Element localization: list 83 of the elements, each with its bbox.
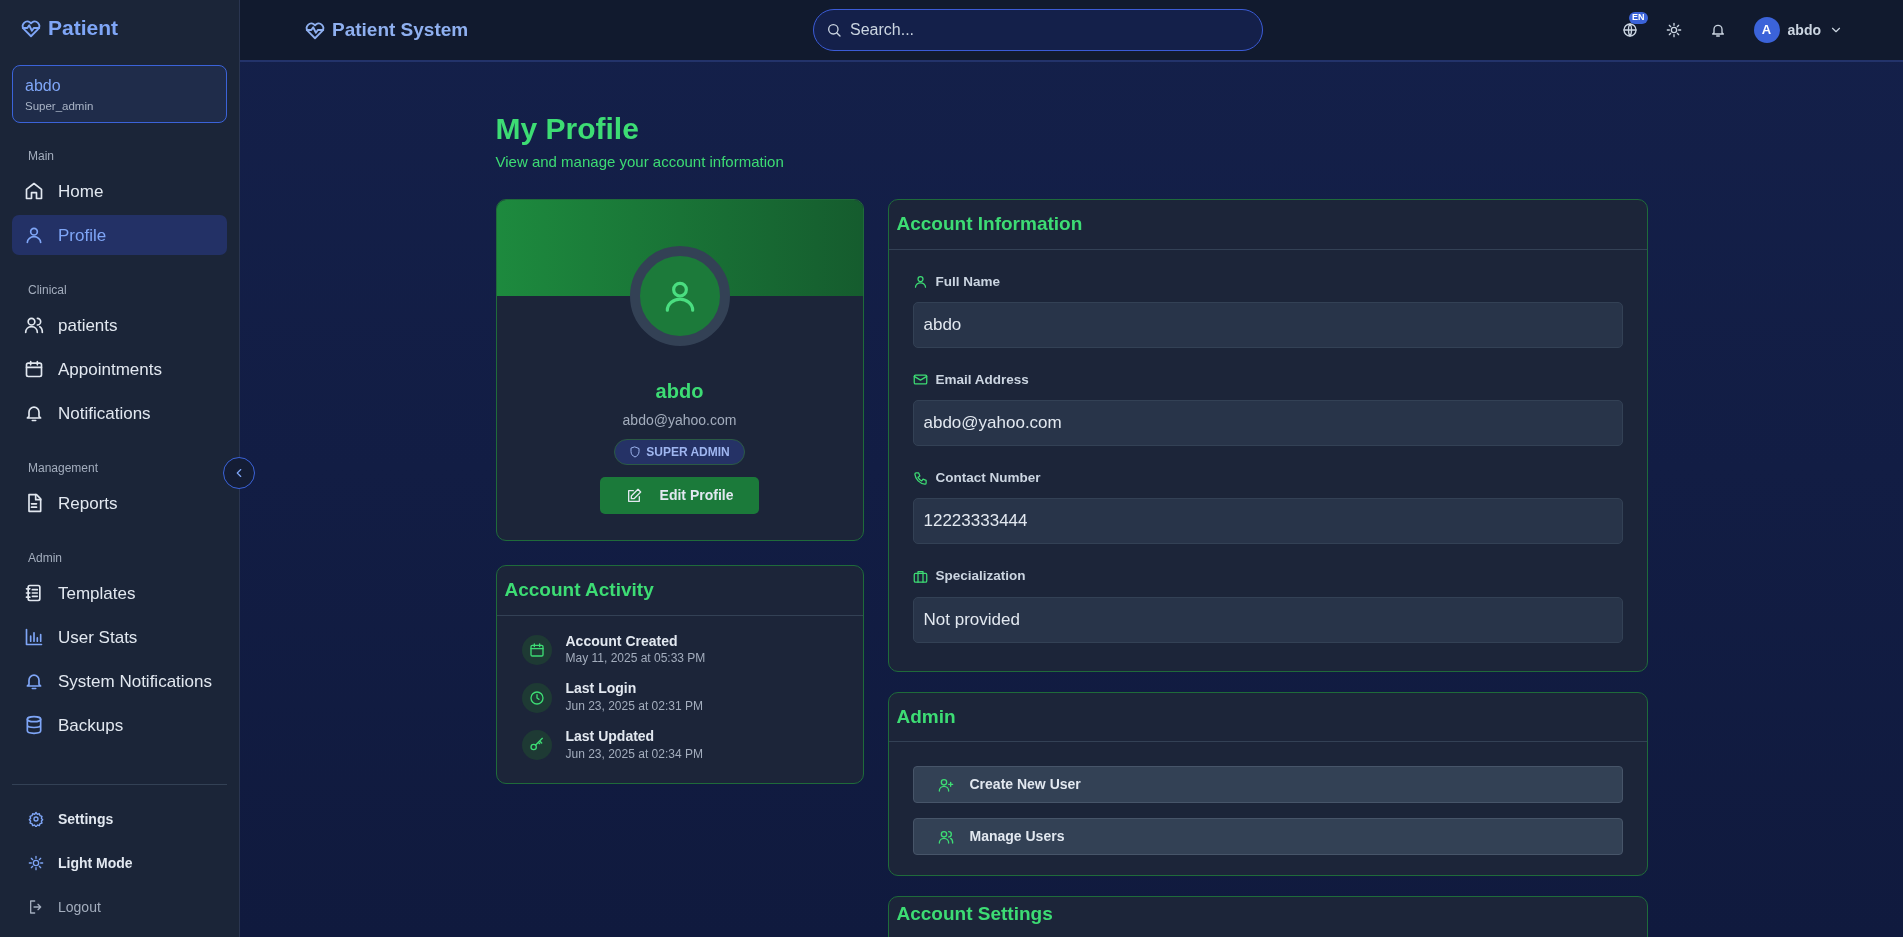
- field-label: Email Address: [935, 370, 1029, 389]
- heart-pulse-icon: [20, 17, 42, 39]
- language-button[interactable]: [1621, 22, 1638, 38]
- admin-action-button[interactable]: Manage Users: [912, 818, 1623, 855]
- globe-icon: [1621, 22, 1638, 38]
- edit-icon: [625, 487, 642, 504]
- user-name: abdo: [25, 76, 62, 96]
- nav-item[interactable]: patients: [12, 305, 227, 346]
- nav-item[interactable]: Backups: [12, 705, 227, 746]
- profile-name: abdo: [654, 379, 705, 404]
- search-icon: [826, 22, 842, 38]
- nav-item[interactable]: Reports: [12, 483, 227, 524]
- home-icon: [24, 181, 44, 202]
- text-field[interactable]: abdo@yahoo.com: [912, 400, 1623, 446]
- people-icon: [24, 315, 44, 336]
- search-field[interactable]: Search...: [813, 9, 1263, 51]
- admin-action-button[interactable]: Create New User: [912, 766, 1623, 803]
- calendar-icon: [528, 641, 545, 658]
- user-menu-button[interactable]: A abdo: [1753, 17, 1843, 43]
- logout-icon: [28, 899, 44, 915]
- field-label: Specialization: [935, 567, 1026, 586]
- notifications-button[interactable]: [1709, 22, 1726, 38]
- role-badge: SUPER ADMIN: [614, 439, 745, 465]
- briefcase-icon: [912, 568, 928, 584]
- activity-time: Jun 23, 2025 at 02:31 PM: [565, 698, 703, 716]
- text-field[interactable]: Not provided: [912, 596, 1623, 643]
- app-title: Patient System: [332, 17, 469, 42]
- sidebar-link[interactable]: Logout: [12, 885, 227, 929]
- clock-icon: [528, 689, 545, 706]
- page-subtitle: View and manage your account information: [495, 151, 785, 172]
- nav-item[interactable]: Home: [12, 171, 227, 212]
- nav-item[interactable]: System Notifications: [12, 661, 227, 702]
- settings-icon: [28, 811, 44, 827]
- envelope-icon: [912, 372, 928, 388]
- heart-pulse-icon: [304, 19, 326, 41]
- theme-button[interactable]: [1665, 22, 1682, 38]
- nav-item[interactable]: Appointments: [12, 349, 227, 390]
- database-icon: [24, 715, 44, 736]
- notebook-icon: [24, 583, 44, 604]
- collapse-button[interactable]: [223, 457, 255, 489]
- page-title: My Profile: [495, 112, 640, 147]
- brand-name: Patient: [48, 15, 118, 42]
- people-icon: [937, 828, 954, 845]
- person-icon: [24, 225, 44, 246]
- language-badge: EN: [1629, 12, 1648, 24]
- phone-icon: [912, 470, 928, 486]
- text-field[interactable]: 12223333444: [912, 498, 1623, 545]
- activity-time: Jun 23, 2025 at 02:34 PM: [565, 745, 703, 763]
- nav-item[interactable]: Templates: [12, 573, 227, 614]
- card-title: Account Activity: [496, 566, 863, 616]
- card-title: Admin: [888, 692, 1647, 742]
- nav-item[interactable]: Notifications: [12, 393, 227, 434]
- field-label: Full Name: [935, 272, 1000, 291]
- add-person-icon: [937, 776, 954, 793]
- activity-title: Last Login: [565, 680, 638, 698]
- profile-email: abdo@yahoo.com: [621, 411, 738, 430]
- sun-icon: [1665, 22, 1682, 38]
- field-label: Contact Number: [935, 469, 1041, 487]
- text-field[interactable]: abdo: [912, 301, 1623, 348]
- sun-icon: [28, 855, 44, 871]
- card-title: Account Information: [888, 200, 1647, 250]
- user-role: Super_admin: [25, 99, 95, 115]
- activity-time: May 11, 2025 at 05:33 PM: [565, 650, 706, 668]
- calendar-icon: [24, 359, 44, 380]
- activity-title: Account Created: [565, 632, 679, 650]
- bell-icon: [24, 403, 44, 424]
- section-label: Admin: [27, 550, 63, 568]
- section-label: Clinical: [27, 282, 68, 300]
- sidebar-link[interactable]: Light Mode: [12, 841, 227, 885]
- card-title: Account Settings: [895, 902, 1054, 926]
- user-avatar: A: [1753, 17, 1780, 43]
- sidebar-link[interactable]: Settings: [12, 797, 227, 841]
- nav-item[interactable]: User Stats: [12, 617, 227, 658]
- section-label: Main: [27, 148, 55, 166]
- section-label: Management: [27, 460, 100, 478]
- nav-item[interactable]: Profile: [12, 215, 227, 256]
- bell-icon: [24, 671, 44, 692]
- person-icon: [912, 274, 928, 290]
- activity-title: Last Updated: [565, 728, 656, 745]
- edit-profile-button[interactable]: Edit Profile: [599, 477, 760, 514]
- shield-icon: [629, 446, 642, 458]
- bell-icon: [1709, 22, 1726, 38]
- bar-chart-icon: [24, 627, 44, 648]
